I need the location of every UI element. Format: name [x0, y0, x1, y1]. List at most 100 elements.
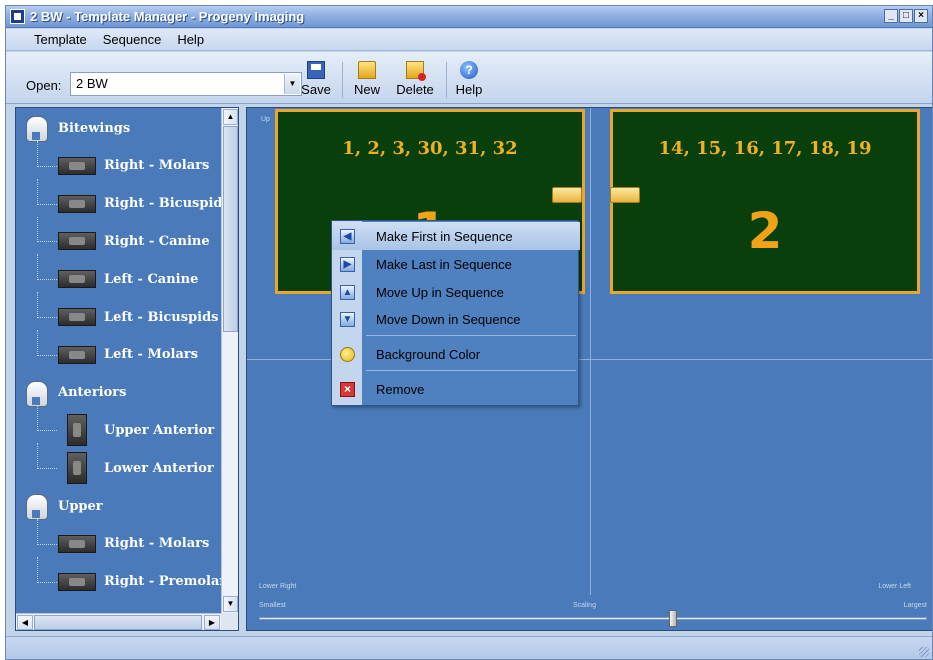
tree-item-label: Right - Molars [104, 536, 210, 552]
tree-connector [37, 292, 38, 318]
open-template-select[interactable]: 2 BW ▼ [70, 72, 302, 96]
resize-grip-icon[interactable] [919, 647, 929, 657]
move-down-icon [340, 311, 355, 327]
tooth-group-icon [22, 379, 50, 407]
toolbar-separator [446, 62, 447, 98]
tree-item[interactable]: Right - Canine [58, 226, 210, 256]
new-button-label: New [353, 82, 380, 97]
tree-group[interactable]: Upper [22, 491, 103, 521]
tree-group[interactable]: Anteriors [22, 378, 126, 408]
film-horizontal-icon [58, 270, 96, 289]
tree-item-label: Upper [58, 498, 103, 514]
delete-button-label: Delete [396, 82, 434, 97]
scroll-right-arrow-icon[interactable]: ▶ [204, 615, 220, 630]
tree-vertical-scrollbar[interactable]: ▲ ▼ [221, 108, 238, 614]
menu-item-make-first[interactable]: Make First in Sequence [332, 222, 580, 250]
film-teeth-label: 14, 15, 16, 17, 18, 19 [658, 138, 872, 159]
menu-item-move-up[interactable]: Move Up in Sequence [332, 278, 580, 306]
scroll-thumb[interactable] [223, 126, 238, 332]
film-slot-2[interactable]: 14, 15, 16, 17, 18, 19 2 [610, 109, 920, 294]
tree-item[interactable]: Right - Premolars [58, 567, 234, 597]
film-horizontal-icon [58, 534, 96, 553]
tree-connector [37, 317, 57, 318]
app-icon [10, 9, 25, 24]
save-icon [307, 61, 325, 79]
scaling-slider-thumb[interactable] [669, 610, 678, 627]
menu-item-make-last[interactable]: Make Last in Sequence [332, 250, 580, 278]
remove-icon: × [340, 381, 355, 397]
film-horizontal-icon [58, 194, 96, 213]
help-button[interactable]: ? Help [454, 58, 484, 102]
title-bar[interactable]: 2 BW - Template Manager - Progeny Imagin… [6, 6, 932, 28]
open-label: Open: [26, 78, 62, 93]
menu-template[interactable]: Template [26, 32, 95, 47]
menu-item-label: Background Color [376, 346, 481, 362]
tree-item[interactable]: Right - Molars [58, 151, 209, 181]
tree-item-label: Lower Anterior [104, 460, 214, 476]
tree-group[interactable]: Bitewings [22, 113, 130, 143]
film-horizontal-icon [58, 345, 96, 364]
tree-item[interactable]: Upper Anterior [58, 414, 214, 447]
film-horizontal-icon [58, 156, 96, 175]
tree-connector [37, 241, 57, 243]
tree-item-label: Right - Premolars [104, 574, 234, 590]
vertical-guide-line [590, 108, 591, 595]
slider-mid-label: Scaling [573, 602, 596, 609]
tree-connector [37, 543, 57, 545]
menu-separator [366, 335, 576, 336]
tree-item-label: Bitewings [58, 120, 131, 136]
menu-item-label: Make First in Sequence [376, 228, 513, 244]
minimize-button[interactable]: _ [884, 9, 898, 23]
tree-item-label: Right - Bicuspids [104, 196, 230, 212]
scroll-up-arrow-icon[interactable]: ▲ [223, 109, 238, 125]
tree-connector [37, 216, 38, 243]
menu-separator [366, 370, 576, 371]
scrollbar-corner [221, 613, 238, 630]
film-tree: Bitewings Right - Molars Right - Bicuspids… [16, 108, 234, 614]
film-horizontal-icon [58, 232, 96, 251]
corner-label-lower-right: Lower Right [259, 583, 297, 590]
tree-item[interactable]: Left - Canine [58, 264, 198, 294]
menu-sequence[interactable]: Sequence [95, 32, 170, 47]
film-resize-handle[interactable] [610, 187, 640, 203]
corner-label-lower-left: Lower Left [878, 583, 911, 590]
palette-icon [340, 346, 355, 362]
tree-connector [37, 178, 38, 205]
menu-help[interactable]: Help [169, 32, 212, 47]
status-bar [6, 636, 932, 659]
menu-item-move-down[interactable]: Move Down in Sequence [332, 305, 580, 333]
tree-connector [37, 279, 57, 281]
scroll-thumb[interactable] [34, 615, 202, 630]
corner-label-upper: Up [261, 116, 270, 123]
tree-horizontal-scrollbar[interactable]: ◀ ▶ [16, 613, 222, 630]
film-vertical-icon [67, 414, 87, 447]
film-resize-handle[interactable] [552, 187, 582, 203]
save-button[interactable]: Save [298, 58, 334, 102]
tree-item[interactable]: Left - Molars [58, 340, 198, 370]
tree-item-label: Right - Canine [104, 233, 210, 249]
tree-connector [37, 468, 57, 470]
tree-connector [37, 430, 57, 432]
tree-connector [37, 354, 57, 356]
new-button[interactable]: New [350, 58, 384, 102]
tree-item[interactable]: Left - Bicuspids [58, 302, 219, 332]
tree-item[interactable]: Right - Bicuspids [58, 189, 230, 219]
menu-item-label: Move Up in Sequence [376, 284, 504, 300]
tree-item[interactable]: Lower Anterior [58, 452, 214, 485]
tree-item-label: Left - Canine [104, 271, 199, 287]
menu-item-label: Move Down in Sequence [376, 311, 521, 327]
scroll-down-arrow-icon[interactable]: ▼ [223, 596, 238, 612]
film-context-menu: Make First in Sequence Make Last in Sequ… [331, 220, 580, 406]
tree-item[interactable]: Right - Molars [58, 529, 209, 559]
menu-item-background-color[interactable]: Background Color [332, 340, 580, 368]
maximize-button[interactable]: □ [899, 9, 913, 23]
tree-connector [37, 519, 38, 545]
window-title: 2 BW - Template Manager - Progeny Imagin… [30, 9, 305, 24]
menu-item-remove[interactable]: × Remove [332, 375, 580, 403]
tree-connector [37, 254, 38, 281]
move-last-icon [340, 256, 355, 272]
delete-button[interactable]: Delete [392, 58, 438, 102]
close-button[interactable]: × [914, 9, 928, 23]
scroll-left-arrow-icon[interactable]: ◀ [17, 615, 33, 630]
scaling-slider-track[interactable] [259, 617, 927, 620]
